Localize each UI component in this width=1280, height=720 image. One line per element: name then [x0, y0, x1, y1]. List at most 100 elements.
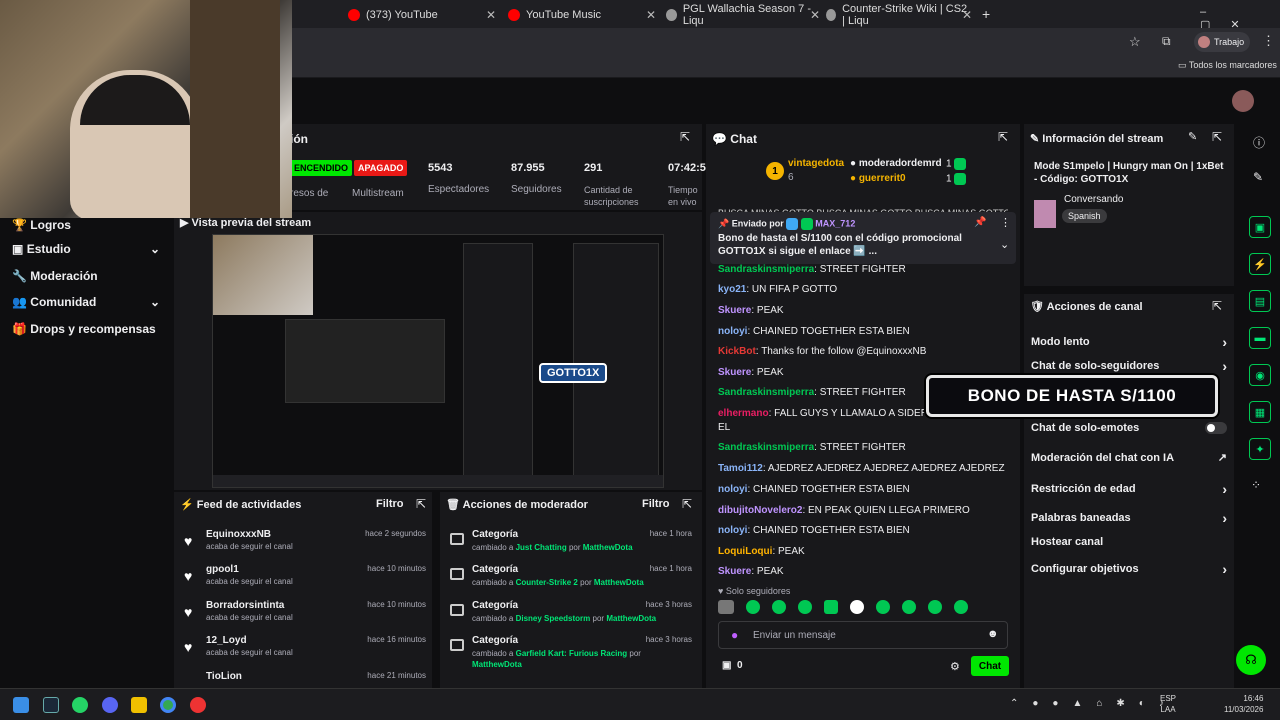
channel-points[interactable]: ▣ 0 — [722, 660, 743, 671]
chat-username[interactable]: LoquiLoqui — [718, 546, 772, 557]
chat-username[interactable]: Sandraskinsmiperra — [718, 264, 814, 275]
discord-icon[interactable] — [102, 697, 118, 713]
sidebar-item-moderacion[interactable]: 🔧 Moderación — [12, 269, 98, 283]
steam-icon[interactable] — [43, 697, 59, 713]
action-modo-lento[interactable]: Modo lento › — [1031, 334, 1227, 350]
emote-icon[interactable] — [928, 600, 942, 614]
close-icon[interactable]: ✕ — [810, 8, 820, 22]
action-ia-moderacion[interactable]: Moderación del chat con IA ↗ — [1031, 451, 1227, 465]
close-icon[interactable]: ✕ — [962, 8, 972, 22]
emote-icon[interactable] — [954, 600, 968, 614]
action-restriccion-edad[interactable]: Restricción de edad › — [1031, 481, 1227, 497]
action-hostear[interactable]: Hostear canal — [1031, 536, 1227, 548]
top-chatter-name[interactable]: vintagedota — [788, 158, 844, 169]
pencil-icon[interactable]: ✎ — [1253, 170, 1263, 184]
feed-user[interactable]: TioLion — [206, 671, 242, 682]
popout-icon[interactable]: ⇱ — [998, 130, 1008, 144]
chat-username[interactable]: Sandraskinsmiperra — [718, 387, 814, 398]
tab-youtube[interactable]: (373) YouTube ✕ — [348, 4, 496, 26]
preview-video[interactable]: GOTTO1X — [212, 234, 664, 488]
tab-youtube-music[interactable]: YouTube Music ✕ — [508, 4, 656, 26]
chat-username[interactable]: noloyi — [718, 525, 747, 536]
close-icon[interactable]: ✕ — [646, 8, 656, 22]
chat-bubble-icon[interactable]: ▬ — [1249, 327, 1271, 349]
popout-icon[interactable]: ⇱ — [1212, 299, 1222, 313]
top-chatter-2[interactable]: ● moderadordemrd — [850, 158, 942, 169]
pin-icon[interactable]: 📌 — [974, 217, 986, 228]
emote-icon[interactable] — [824, 600, 838, 614]
action-solo-seguidores[interactable]: Chat de solo-seguidores › — [1031, 358, 1227, 374]
bolt-icon[interactable]: ⚡ — [1249, 253, 1271, 275]
category-link[interactable]: Counter-Strike 2 — [516, 578, 578, 587]
chat-username[interactable]: noloyi — [718, 326, 747, 337]
support-button[interactable]: ☊ — [1236, 645, 1266, 675]
tab-pgl[interactable]: PGL Wallachia Season 7 - Liqu ✕ — [666, 3, 820, 27]
edit-icon[interactable]: ✎ — [1188, 130, 1197, 143]
extensions-icon[interactable]: ⧉ — [1162, 34, 1171, 49]
chevron-down-icon[interactable]: ⌄ — [1000, 238, 1009, 251]
user-link[interactable]: MatthewDota — [594, 578, 644, 587]
emote-icon[interactable] — [772, 600, 786, 614]
mod-filter-button[interactable]: Filtro — [642, 498, 670, 510]
menu-icon[interactable]: ⋮ — [1262, 33, 1275, 49]
top-chatter-3[interactable]: ● guerrerit0 — [850, 173, 906, 184]
microphone-icon[interactable]: ● — [731, 628, 738, 642]
sidebar-item-estudio[interactable]: ▣ Estudio ⌄ — [12, 242, 160, 256]
sidebar-item-drops[interactable]: 🎁 Drops y recompensas — [12, 322, 156, 336]
new-tab-button[interactable]: + — [982, 6, 990, 22]
feed-filter-button[interactable]: Filtro — [376, 498, 404, 510]
popout-icon[interactable]: ⇱ — [1212, 130, 1222, 144]
pinned-user[interactable]: MAX_712 — [815, 218, 855, 228]
chat-username[interactable]: kyo21 — [718, 284, 746, 295]
emote-icon[interactable] — [746, 600, 760, 614]
chrome-icon[interactable] — [160, 697, 176, 713]
emote-icon[interactable] — [718, 600, 734, 614]
user-link[interactable]: MatthewDota — [606, 614, 656, 623]
pinned-message[interactable]: 📌 Enviado por MAX_712 📌 ⋮ Bono de hasta … — [710, 212, 1016, 264]
action-palabras-baneadas[interactable]: Palabras baneadas › — [1031, 510, 1227, 526]
monitor-icon[interactable]: ▦ — [1249, 401, 1271, 423]
chat-username[interactable]: elhermano — [718, 408, 769, 419]
settings-icon[interactable]: ⚙ — [950, 660, 960, 673]
whatsapp-icon[interactable] — [72, 697, 88, 713]
close-icon[interactable]: ✕ — [486, 8, 496, 22]
emote-icon[interactable] — [876, 600, 890, 614]
sidebar-item-logros[interactable]: 🏆 Logros — [12, 218, 71, 232]
chat-username[interactable]: Tamoi112 — [718, 463, 763, 474]
popout-icon[interactable]: ⇱ — [682, 497, 692, 511]
popout-icon[interactable]: ⇱ — [416, 497, 426, 511]
clock[interactable]: 16:46 11/03/2026 — [1224, 693, 1263, 715]
more-icon[interactable]: ⋮ — [1000, 216, 1011, 229]
feed-user[interactable]: Borradorsintinta — [206, 600, 284, 611]
chat-username[interactable]: Skuere — [718, 305, 751, 316]
feed-user[interactable]: gpool1 — [206, 564, 239, 575]
chat-username[interactable]: Skuere — [718, 566, 751, 577]
multistream-badge[interactable]: APAGADO — [354, 160, 408, 176]
chat-username[interactable]: KickBot — [718, 346, 756, 357]
user-avatar[interactable] — [1232, 90, 1254, 112]
windows-start-icon[interactable] — [13, 697, 29, 713]
system-tray-icons[interactable]: ⌃●●▲⌂✱◐♪ — [1010, 698, 1178, 709]
user-link[interactable]: MatthewDota — [583, 543, 633, 552]
wrench-icon[interactable]: ✦ — [1249, 438, 1271, 460]
action-objetivos[interactable]: Configurar objetivos › — [1031, 561, 1227, 577]
feed-user[interactable]: 12_Loyd — [206, 635, 247, 646]
profile-button[interactable]: Trabajo — [1194, 32, 1250, 52]
info-icon[interactable]: ⓘ — [1253, 134, 1265, 151]
tab-cs-wiki[interactable]: Counter-Strike Wiki | CS2 | Liqu ✕ — [826, 3, 972, 27]
all-bookmarks[interactable]: ▭ Todos los marcadores — [1178, 60, 1277, 71]
apps-icon[interactable]: ⁘ — [1251, 478, 1261, 492]
file-explorer-icon[interactable] — [131, 697, 147, 713]
category-link[interactable]: Garfield Kart: Furious Racing — [516, 649, 628, 658]
scan-icon[interactable]: ▣ — [1249, 216, 1271, 238]
category-link[interactable]: Disney Speedstorm — [516, 614, 591, 623]
emoji-icon[interactable]: ☻ — [987, 628, 999, 640]
chat-username[interactable]: Skuere — [718, 367, 751, 378]
action-solo-emotes[interactable]: Chat de solo-emotes — [1031, 422, 1227, 434]
chat-username[interactable]: noloyi — [718, 484, 747, 495]
broadcast-icon[interactable]: ◉ — [1249, 364, 1271, 386]
app-icon[interactable] — [190, 697, 206, 713]
popout-icon[interactable]: ⇱ — [680, 130, 690, 144]
chat-input[interactable]: ● Enviar un mensaje ☻ — [718, 621, 1008, 649]
document-icon[interactable]: ▤ — [1249, 290, 1271, 312]
